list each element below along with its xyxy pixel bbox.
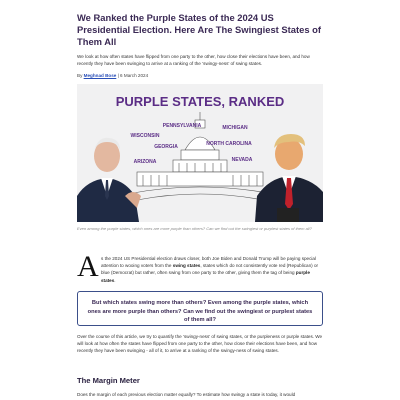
paragraph-1-text: s the 2024 US Presidential election draw…	[101, 255, 323, 284]
byline: By Meghnad Bose | 6 March 2024	[77, 73, 148, 78]
state-label: PENNSYLVANIA	[163, 123, 202, 129]
hero-banner-title: PURPLE STATES, RANKED	[116, 94, 285, 109]
byline-prefix: By	[77, 73, 84, 78]
p1-bold-swing-states: swing states	[172, 263, 201, 269]
state-label: ARIZONA	[134, 159, 157, 165]
state-label: NORTH CAROLINA	[206, 141, 252, 147]
section-heading: The Margin Meter	[77, 376, 140, 385]
callout-box: But which states swing more than others?…	[77, 291, 323, 326]
state-label: GEORGIA	[154, 144, 178, 150]
state-label: WISCONSIN	[131, 133, 160, 139]
hero-illustration: PURPLE STATES, RANKED PENNSYLVANIA MICHI…	[77, 84, 323, 222]
state-label: MICHIGAN	[222, 125, 248, 131]
byline-date: | 6 March 2024	[116, 73, 149, 78]
paragraph-2: Over the course of this article, we try …	[77, 334, 323, 354]
article-intro: We look at how often states have flipped…	[77, 54, 310, 66]
drop-cap: A	[77, 250, 99, 283]
p1-text-end: .	[114, 277, 116, 283]
paragraph-3: Does the margin of each previous electio…	[77, 392, 296, 397]
article-title: We Ranked the Purple States of the 2024 …	[77, 12, 321, 47]
author-link[interactable]: Meghnad Bose	[84, 73, 117, 78]
hero-caption: Even among the purple states, which ones…	[77, 226, 312, 231]
hero-image: PURPLE STATES, RANKED PENNSYLVANIA MICHI…	[77, 84, 323, 222]
state-label: NEVADA	[232, 157, 253, 163]
callout-text: But which states swing more than others?…	[87, 300, 313, 324]
article: We Ranked the Purple States of the 2024 …	[77, 0, 323, 400]
